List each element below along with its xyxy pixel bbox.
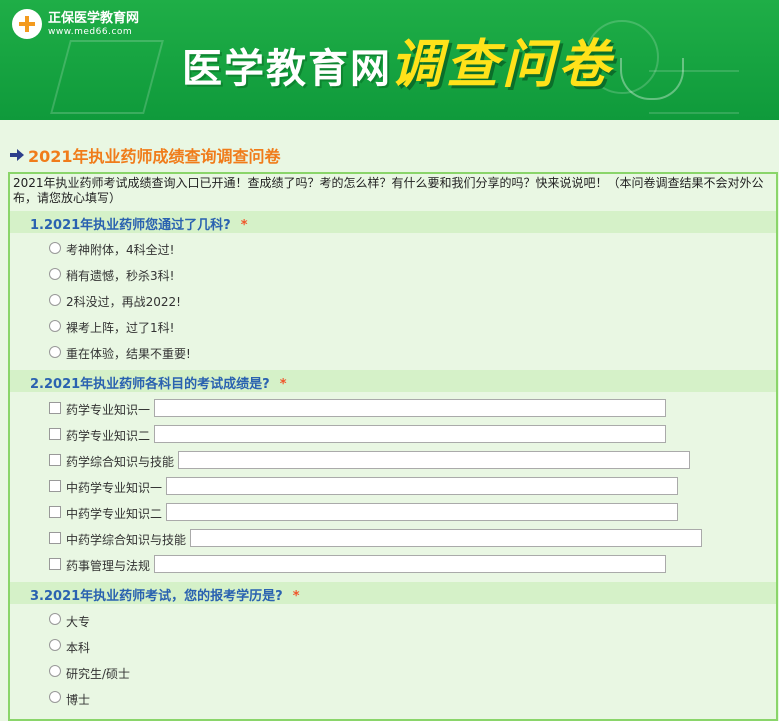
q2-option-5-score-input[interactable] — [166, 503, 678, 521]
survey-title-row: 2021年执业药师成绩查询调查问卷 — [10, 143, 281, 167]
q1-option-3-radio[interactable] — [49, 294, 61, 306]
q2-option-6-label: 中药学综合知识与技能 — [66, 533, 187, 547]
q2-option-4-checkbox[interactable] — [49, 480, 61, 492]
banner-subtitle: 调查问卷 — [390, 34, 615, 95]
q2-option-1-score-input[interactable] — [154, 399, 666, 417]
q3-option-2-radio[interactable] — [49, 639, 61, 651]
q3-option-1-label: 大专 — [66, 615, 91, 629]
logo-cross-icon — [12, 9, 42, 39]
q2-option-6-checkbox[interactable] — [49, 532, 61, 544]
q2-option-1-label: 药学专业知识一 — [66, 403, 151, 417]
survey-box: 2021年执业药师考试成绩查询入口已开通！查成绩了吗？考的怎么样？有什么要和我们… — [8, 172, 778, 721]
q1-option-2-label: 稍有遗憾，秒杀3科! — [66, 269, 175, 283]
q2-option-3-checkbox[interactable] — [49, 454, 61, 466]
q2-option-4-label: 中药学专业知识一 — [66, 481, 163, 495]
q2-option-1-checkbox[interactable] — [49, 402, 61, 414]
question-3-header: 3.2021年执业药师考试，您的报考学历是? * — [10, 582, 776, 604]
q1-option-1-label: 考神附体，4科全过! — [66, 243, 175, 257]
banner: 正保医学教育网 www.med66.com 医学教育网 调查问卷 — [0, 0, 779, 120]
q1-option-2-radio[interactable] — [49, 268, 61, 280]
site-logo[interactable]: 正保医学教育网 www.med66.com — [12, 9, 139, 39]
q3-option-3-radio[interactable] — [49, 665, 61, 677]
q1-option-5-label: 重在体验，结果不重要! — [66, 347, 191, 361]
question-1-header: 1.2021年执业药师您通过了几科? * — [10, 211, 776, 233]
question-3-label: 3.2021年执业药师考试，您的报考学历是? — [30, 589, 283, 604]
q1-option-4-label: 裸考上阵，过了1科! — [66, 321, 175, 335]
question-2-header: 2.2021年执业药师各科目的考试成绩是? * — [10, 370, 776, 392]
arrow-right-icon — [10, 148, 24, 162]
required-mark: * — [292, 589, 300, 604]
q2-option-2-checkbox[interactable] — [49, 428, 61, 440]
q2-option-7-checkbox[interactable] — [49, 558, 61, 570]
q3-option-4-label: 博士 — [66, 693, 91, 707]
q1-option-4-radio[interactable] — [49, 320, 61, 332]
q3-option-2-label: 本科 — [66, 641, 91, 655]
q3-option-1-radio[interactable] — [49, 613, 61, 625]
q2-option-3-score-input[interactable] — [178, 451, 690, 469]
q1-option-1-radio[interactable] — [49, 242, 61, 254]
q2-option-6-score-input[interactable] — [190, 529, 702, 547]
q3-option-4-radio[interactable] — [49, 691, 61, 703]
survey-title: 2021年执业药师成绩查询调查问卷 — [28, 147, 281, 166]
q3-option-3-label: 研究生/硕士 — [66, 667, 131, 681]
q2-option-5-label: 中药学专业知识二 — [66, 507, 163, 521]
logo-name: 正保医学教育网 — [48, 10, 140, 26]
banner-title: 医学教育网 — [182, 46, 392, 92]
logo-url: www.med66.com — [48, 26, 133, 37]
q2-option-7-label: 药事管理与法规 — [66, 559, 151, 573]
q2-option-2-score-input[interactable] — [154, 425, 666, 443]
required-mark: * — [279, 377, 287, 392]
survey-intro: 2021年执业药师考试成绩查询入口已开通！查成绩了吗？考的怎么样？有什么要和我们… — [13, 176, 764, 205]
q2-option-7-score-input[interactable] — [154, 555, 666, 573]
q2-option-4-score-input[interactable] — [166, 477, 678, 495]
required-mark: * — [240, 218, 248, 233]
question-2-label: 2.2021年执业药师各科目的考试成绩是? — [30, 377, 270, 392]
q1-option-3-label: 2科没过，再战2022! — [66, 295, 181, 309]
q2-option-2-label: 药学专业知识二 — [66, 429, 151, 443]
q1-option-5-radio[interactable] — [49, 346, 61, 358]
decor-shape — [50, 40, 164, 114]
question-1-label: 1.2021年执业药师您通过了几科? — [30, 218, 231, 233]
q2-option-3-label: 药学综合知识与技能 — [66, 455, 175, 469]
q2-option-5-checkbox[interactable] — [49, 506, 61, 518]
